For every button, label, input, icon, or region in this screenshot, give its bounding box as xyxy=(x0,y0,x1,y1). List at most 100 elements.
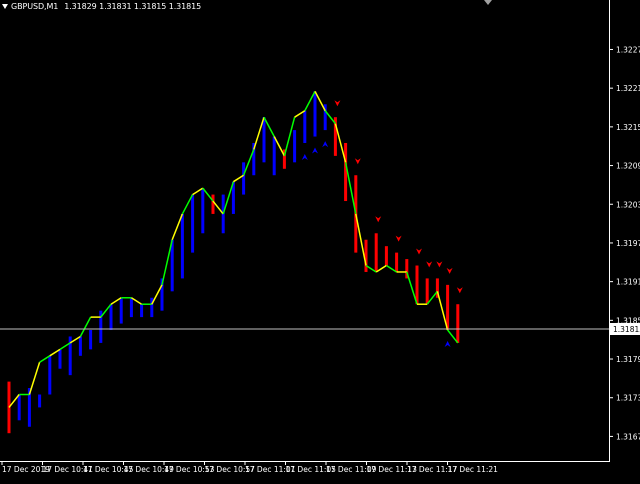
ma-line-segment xyxy=(59,342,71,350)
bull-bar xyxy=(293,130,297,163)
ma-line-segment xyxy=(222,181,235,215)
ma-line-segment xyxy=(79,316,92,337)
bull-bar xyxy=(129,297,133,318)
ma-line-segment xyxy=(232,174,245,183)
bull-bar xyxy=(58,349,62,369)
chart-shift-marker-icon[interactable] xyxy=(484,0,492,5)
ma-line-segment xyxy=(406,271,418,305)
ma-line-segment xyxy=(110,297,122,305)
bear-bar xyxy=(374,233,378,272)
sell-arrow-icon xyxy=(436,261,443,268)
bull-bar xyxy=(17,394,21,421)
sell-arrow-icon xyxy=(375,216,382,223)
symbol-header: GBPUSD,M1 1.31829 1.31831 1.31815 1.3181… xyxy=(2,2,201,11)
bull-bar xyxy=(48,355,52,395)
ma-line-segment xyxy=(385,264,398,273)
ma-line-segment xyxy=(304,91,316,112)
price-tick-label: 1.31975 xyxy=(616,239,640,248)
ma-line-segment xyxy=(192,187,204,196)
bull-bar xyxy=(78,336,82,356)
bear-bar xyxy=(364,239,368,272)
price-tick-label: 1.31735 xyxy=(616,394,640,403)
sell-arrow-icon xyxy=(416,248,422,255)
ma-line-segment xyxy=(344,162,357,215)
ma-line-segment xyxy=(69,335,81,344)
buy-arrow-icon xyxy=(312,147,318,154)
ma-line-segment xyxy=(324,110,336,125)
bear-bar xyxy=(7,381,11,434)
ma-line-segment xyxy=(151,284,163,305)
bull-bar xyxy=(38,394,42,408)
ma-line-segment xyxy=(242,149,255,176)
bull-bar xyxy=(262,117,266,163)
ma-line xyxy=(8,91,459,408)
ma-line-segment xyxy=(212,200,224,215)
buy-arrow-icon xyxy=(444,341,451,348)
bull-bar xyxy=(201,188,205,234)
sell-arrow-icon xyxy=(354,158,361,165)
ma-line-segment xyxy=(263,116,275,137)
price-tick-label: 1.31675 xyxy=(616,432,640,441)
ma-line-segment xyxy=(365,264,377,273)
bear-bar xyxy=(344,142,348,202)
price-tick-label: 1.32155 xyxy=(616,123,640,132)
bull-bar xyxy=(191,194,195,253)
sell-arrow-icon xyxy=(334,100,341,107)
ma-line-segment xyxy=(436,291,449,331)
ma-line-segment xyxy=(447,329,459,344)
signal-arrows xyxy=(301,100,463,348)
ma-line-segment xyxy=(181,194,194,215)
ma-line-segment xyxy=(49,348,61,357)
price-tick-label: 1.32095 xyxy=(616,162,640,171)
ohlc-values: 1.31829 1.31831 1.31815 1.31815 xyxy=(64,2,202,11)
current-price-label: 1.31815 xyxy=(613,325,640,334)
sell-arrow-icon xyxy=(395,235,402,242)
ma-line-segment xyxy=(253,116,265,150)
bear-bar xyxy=(425,278,429,305)
ma-line-segment xyxy=(283,116,296,157)
bull-bar xyxy=(242,162,246,195)
ma-line-segment xyxy=(28,362,41,395)
buy-arrow-icon xyxy=(322,141,329,148)
ma-line-segment xyxy=(375,264,387,273)
bull-bar xyxy=(89,330,93,350)
ma-line-segment xyxy=(171,213,184,241)
ma-line-segment xyxy=(294,110,306,118)
bull-bar xyxy=(180,213,184,279)
sell-arrow-icon xyxy=(456,287,463,294)
ma-line-segment xyxy=(273,136,286,157)
price-chart[interactable]: 1.32275 1.32215 1.32155 1.32095 1.32035 1.319… xyxy=(0,0,640,480)
ma-line-segment xyxy=(161,239,173,286)
bull-bar xyxy=(303,110,307,143)
bear-bar xyxy=(384,246,388,266)
ma-line-segment xyxy=(130,297,143,305)
bull-bar xyxy=(119,297,123,324)
dropdown-triangle-icon[interactable] xyxy=(2,4,8,9)
buy-arrow-icon xyxy=(301,153,308,160)
ma-line-segment xyxy=(8,394,20,408)
price-tick-label: 1.32275 xyxy=(616,45,640,54)
ma-line-segment xyxy=(355,213,367,266)
candle-bars xyxy=(7,91,460,434)
current-price-tag: 1.31815 xyxy=(610,323,640,335)
ma-line-segment xyxy=(100,303,112,318)
price-tick-label: 1.32215 xyxy=(616,84,640,93)
ma-line-segment xyxy=(39,355,51,363)
bull-bar xyxy=(272,136,276,176)
ma-line-segment xyxy=(314,91,326,112)
ma-line-segment xyxy=(202,187,214,202)
bear-bar xyxy=(211,194,215,214)
time-tick-label: 17 Dec 11:21 xyxy=(448,465,499,474)
price-tick-label: 1.32035 xyxy=(616,200,640,209)
symbol-label: GBPUSD,M1 xyxy=(11,2,59,11)
ma-line-segment xyxy=(426,290,438,305)
bull-bar xyxy=(313,91,317,137)
chart-area[interactable]: 1.32275 1.32215 1.32155 1.32095 1.32035 1.319… xyxy=(0,0,640,480)
ma-line-segment xyxy=(334,123,347,163)
price-tick-label: 1.31795 xyxy=(616,355,640,364)
sell-arrow-icon xyxy=(446,267,453,274)
time-axis: 17 Dec 201917 Dec 10:4117 Dec 10:4517 De… xyxy=(1,461,499,474)
bull-bar xyxy=(109,304,113,331)
bear-bar xyxy=(395,252,399,272)
bull-bar xyxy=(140,304,144,318)
